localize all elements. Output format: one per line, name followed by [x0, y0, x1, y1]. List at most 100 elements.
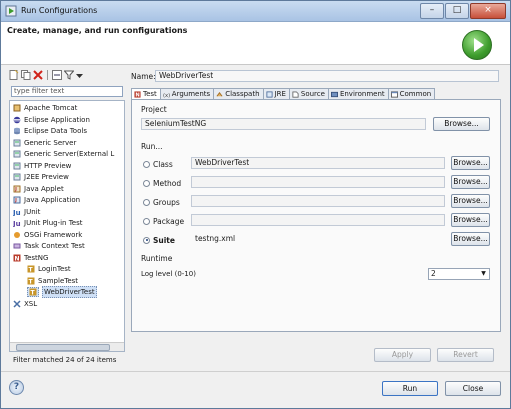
groups-field[interactable] — [191, 195, 445, 207]
tree-item[interactable]: HTTP Preview — [13, 161, 71, 171]
radio-groups[interactable]: Groups — [143, 197, 180, 207]
task-context-icon — [13, 242, 21, 250]
radio-button[interactable] — [143, 217, 150, 225]
name-label: Name: — [131, 72, 156, 81]
package-browse-button[interactable]: Browse... — [451, 213, 490, 227]
chevron-down-icon: ▼ — [481, 270, 486, 277]
configuration-tree[interactable]: Apache Tomcat Eclipse Application Eclipse … — [9, 100, 125, 352]
close-button[interactable]: Close — [445, 381, 501, 396]
log-level-select[interactable]: 2 ▼ — [428, 268, 490, 280]
tree-item-label: Generic Server(External L — [24, 150, 115, 158]
tree-item[interactable]: Ju JUnit — [12, 207, 40, 217]
tab-classpath[interactable]: Classpath — [213, 88, 264, 99]
tab-jre[interactable]: JRE — [262, 88, 290, 99]
close-window-button[interactable]: × — [470, 3, 506, 19]
run-configurations-window: Run Configurations – □ × Create, manage,… — [0, 0, 511, 409]
radio-button[interactable] — [143, 236, 150, 244]
filter-icon[interactable] — [64, 70, 74, 80]
tab-source[interactable]: Source — [288, 88, 329, 99]
radio-button[interactable] — [143, 160, 150, 168]
radio-package[interactable]: Package — [143, 216, 184, 226]
help-icon[interactable]: ? — [9, 380, 24, 395]
tree-item[interactable]: Eclipse Application — [13, 115, 90, 125]
radio-suite[interactable]: Suite — [143, 235, 175, 245]
apply-button[interactable]: Apply — [374, 348, 431, 362]
suite-browse-button[interactable]: Browse... — [451, 232, 490, 246]
radio-label: Suite — [153, 235, 175, 245]
filter-input[interactable]: type filter text — [11, 86, 123, 97]
revert-button[interactable]: Revert — [437, 348, 494, 362]
method-field[interactable] — [191, 176, 445, 188]
tree-item[interactable]: Ju JUnit Plug-in Test — [12, 218, 83, 228]
tree-item[interactable]: Eclipse Data Tools — [13, 126, 87, 136]
radio-method[interactable]: Method — [143, 178, 181, 188]
duplicate-icon[interactable] — [21, 70, 31, 80]
suite-field[interactable]: testng.xml — [191, 233, 445, 245]
run-icon — [462, 30, 492, 60]
window-icon — [5, 5, 17, 17]
testng-config-icon: T — [27, 265, 35, 274]
tree-item[interactable]: J2EE Preview — [13, 172, 69, 182]
server-icon — [13, 173, 21, 181]
groups-browse-button[interactable]: Browse... — [451, 194, 490, 208]
tree-item[interactable]: Generic Server — [13, 138, 76, 148]
package-field[interactable] — [191, 214, 445, 226]
delete-icon[interactable] — [33, 70, 43, 80]
project-field[interactable]: SeleniumTestNG — [141, 118, 426, 130]
tree-item-label: LoginTest — [38, 265, 71, 273]
name-row: Name: WebDriverTest — [129, 68, 503, 84]
tree-child-item[interactable]: T WebDriverTest — [27, 286, 97, 298]
tree-child-item[interactable]: T LoginTest — [27, 264, 71, 274]
tree-item[interactable]: Task Context Test — [13, 241, 85, 251]
tree-item[interactable]: Apache Tomcat — [13, 103, 77, 113]
svg-text:N: N — [15, 255, 20, 262]
dropdown-icon[interactable] — [76, 70, 83, 80]
method-browse-button[interactable]: Browse... — [451, 175, 490, 189]
testng-icon: N — [134, 91, 141, 99]
log-level-label: Log level (0-10) — [141, 270, 196, 278]
toolbar-separator — [47, 70, 48, 80]
radio-label: Groups — [153, 197, 180, 207]
project-browse-button[interactable]: Browse... — [433, 117, 490, 131]
tab-common[interactable]: Common — [387, 88, 436, 99]
tree-item[interactable]: Java Application — [13, 195, 80, 205]
radio-label: Class — [153, 159, 173, 169]
scrollbar-thumb[interactable] — [16, 344, 110, 351]
new-configuration-icon[interactable] — [9, 70, 19, 80]
classpath-icon — [216, 91, 223, 98]
data-tools-icon — [13, 127, 21, 135]
tree-item-label: WebDriverTest — [42, 286, 97, 298]
run-section-label: Run... — [141, 142, 163, 151]
class-browse-button[interactable]: Browse... — [451, 156, 490, 170]
tree-item[interactable]: N TestNG — [13, 253, 48, 263]
tree-item[interactable]: Generic Server(External L — [13, 149, 114, 159]
name-field[interactable]: WebDriverTest — [155, 70, 499, 82]
maximize-button[interactable]: □ — [445, 3, 469, 19]
window-title: Run Configurations — [21, 6, 98, 15]
collapse-all-icon[interactable] — [52, 70, 62, 80]
svg-text:N: N — [135, 93, 139, 98]
environment-icon — [330, 91, 338, 98]
title-bar[interactable]: Run Configurations – □ × — [1, 1, 510, 22]
tab-arguments[interactable]: (x) Arguments — [159, 88, 215, 99]
runtime-section-label: Runtime — [141, 254, 173, 263]
radio-button[interactable] — [143, 179, 150, 187]
tree-item[interactable]: XSL — [13, 299, 37, 309]
radio-button[interactable] — [143, 198, 150, 206]
class-field[interactable]: WebDriverTest — [191, 157, 445, 169]
dialog-header: Create, manage, and run configurations — [1, 22, 510, 65]
xsl-icon — [13, 299, 21, 308]
tree-child-item[interactable]: T SampleTest — [27, 276, 78, 286]
radio-class[interactable]: Class — [143, 159, 173, 169]
tree-item-label: Eclipse Application — [24, 115, 90, 124]
radio-label: Method — [153, 178, 182, 188]
tree-horizontal-scrollbar[interactable] — [10, 342, 124, 351]
tree-item[interactable]: OSGi Framework — [13, 230, 82, 240]
run-button[interactable]: Run — [382, 381, 438, 396]
junit-plugin-icon: Ju — [12, 219, 21, 228]
minimize-button[interactable]: – — [420, 3, 444, 19]
footer-divider — [1, 371, 510, 372]
tab-environment[interactable]: Environment — [327, 88, 389, 99]
window-controls: – □ × — [420, 3, 506, 19]
tree-item[interactable]: Java Applet — [13, 184, 64, 194]
